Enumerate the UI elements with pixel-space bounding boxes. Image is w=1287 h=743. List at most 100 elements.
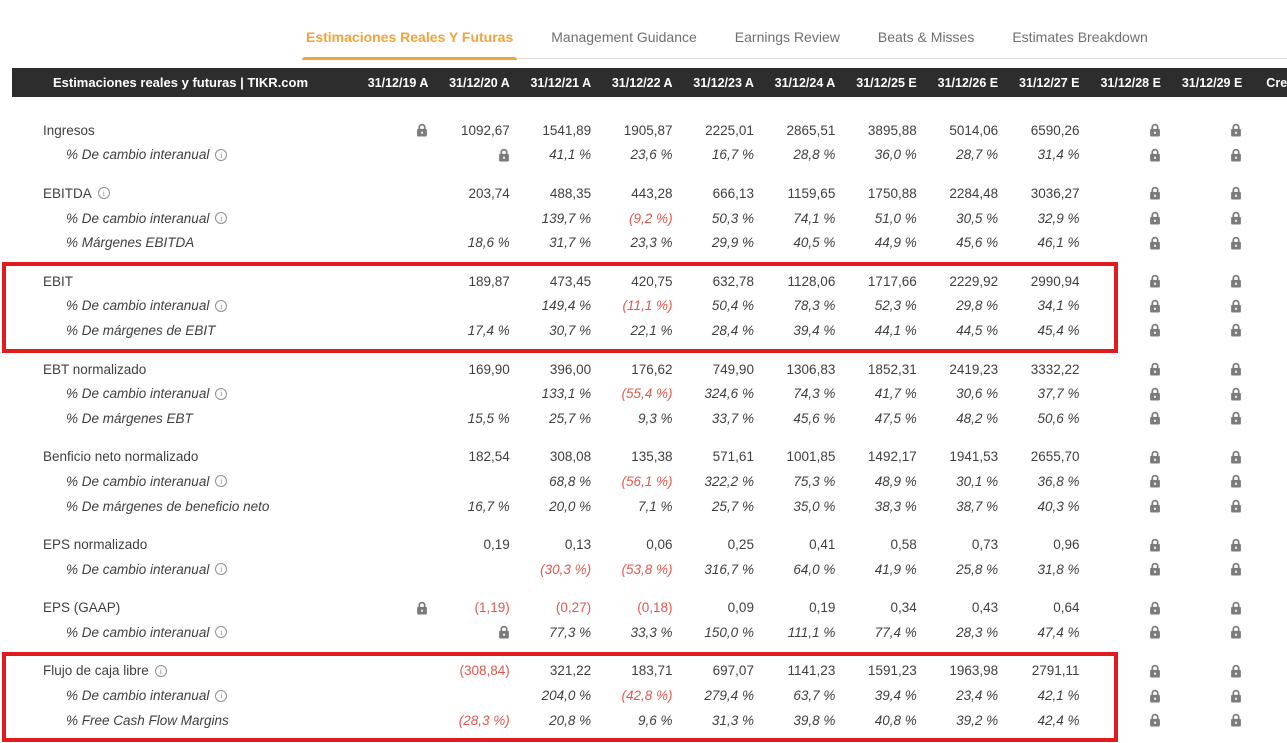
column-header: 31/12/25 E (837, 76, 918, 90)
table-row: Flujo de caja libre(308,84)321,22183,716… (12, 659, 1287, 684)
tab-estimaciones-reales-y-futuras[interactable]: Estimaciones Reales Y Futuras (302, 20, 517, 58)
lock-icon (1149, 299, 1161, 313)
value-cell: 176,62 (593, 362, 674, 377)
value-cell: 1905,87 (593, 123, 674, 138)
value-cell: 0,06 (593, 537, 674, 552)
table-header-row: Estimaciones reales y futuras | TIKR.com… (12, 68, 1287, 97)
locked-value-cell (1082, 274, 1163, 288)
locked-value-cell (1082, 601, 1163, 615)
info-icon[interactable] (215, 626, 227, 638)
value-cell: 1092,67 (430, 123, 511, 138)
value-cell: 203,74 (430, 186, 511, 201)
table-row: % De cambio interanual149,4 %(11,1 %)50,… (12, 294, 1287, 319)
value-cell: 149,4 % (512, 298, 593, 313)
tab-management-guidance[interactable]: Management Guidance (547, 20, 701, 58)
table-row: EBIT189,87473,45420,75632,781128,061717,… (12, 269, 1287, 294)
metric-group: EBT normalizado169,90396,00176,62749,901… (12, 357, 1287, 431)
value-cell: 50,6 % (1000, 411, 1081, 426)
metric-group: EPS (GAAP)(1,19)(0,27)(0,18)0,090,190,34… (12, 596, 1287, 645)
tab-estimates-breakdown[interactable]: Estimates Breakdown (1008, 20, 1151, 58)
info-icon[interactable] (215, 212, 227, 224)
info-icon[interactable] (215, 388, 227, 400)
lock-icon (1230, 274, 1242, 288)
value-cell: 38,7 % (919, 499, 1000, 514)
lock-icon (1149, 625, 1161, 639)
value-cell: 279,4 % (675, 688, 756, 703)
metric-label: % De cambio interanual (12, 562, 349, 577)
metric-label: % De cambio interanual (12, 298, 349, 313)
value-cell: 749,90 (675, 362, 756, 377)
value-cell: 316,7 % (675, 562, 756, 577)
info-icon[interactable] (215, 149, 227, 161)
tab-beats-misses[interactable]: Beats & Misses (874, 20, 978, 58)
value-cell: 3895,88 (837, 123, 918, 138)
value-cell: 2229,92 (919, 274, 1000, 289)
value-cell: 78,3 % (756, 298, 837, 313)
value-cell: 1492,17 (837, 449, 918, 464)
value-cell: 35,0 % (756, 499, 837, 514)
value-cell: 37,7 % (1000, 386, 1081, 401)
value-cell: 135,38 (593, 449, 674, 464)
metric-label: Benficio neto normalizado (12, 449, 349, 464)
value-cell: 1159,65 (756, 186, 837, 201)
value-cell: 33,7 % (675, 411, 756, 426)
tab-earnings-review[interactable]: Earnings Review (731, 20, 844, 58)
value-cell: 68,8 % (512, 474, 593, 489)
value-cell: 0,43 (919, 600, 1000, 615)
value-cell: 420,75 (593, 274, 674, 289)
value-cell: 48,2 % (919, 411, 1000, 426)
info-icon[interactable] (98, 187, 110, 199)
value-cell: 2284,48 (919, 186, 1000, 201)
locked-value-cell (1163, 689, 1244, 703)
lock-icon (1149, 362, 1161, 376)
column-header: 31/12/22 A (593, 76, 674, 90)
metric-label-text: % De cambio interanual (66, 474, 209, 489)
info-icon[interactable] (155, 665, 167, 677)
lock-icon (416, 601, 428, 615)
table-row: Ingresos1092,671541,891905,872225,012865… (12, 118, 1287, 143)
lock-icon (1230, 211, 1242, 225)
locked-value-cell (1082, 499, 1163, 513)
locked-value-cell (1163, 236, 1244, 250)
estimates-page: Estimaciones Reales Y Futuras Management … (0, 0, 1287, 743)
value-cell: 30,1 % (919, 474, 1000, 489)
info-icon[interactable] (215, 300, 227, 312)
value-cell: 183,71 (593, 663, 674, 678)
value-cell: 36,0 % (837, 147, 918, 162)
column-header: 31/12/26 E (919, 76, 1000, 90)
metric-group: EBITDA203,74488,35443,28666,131159,65175… (12, 181, 1287, 255)
locked-value-cell (1163, 123, 1244, 137)
value-cell: 40,3 % (1000, 499, 1081, 514)
info-icon[interactable] (215, 563, 227, 575)
locked-value-cell (1082, 123, 1163, 137)
metric-label-text: % De cambio interanual (66, 211, 209, 226)
value-cell: 133,1 % (512, 386, 593, 401)
locked-value-cell (1082, 474, 1163, 488)
lock-icon (1230, 625, 1242, 639)
locked-value-cell (1082, 450, 1163, 464)
locked-value-cell (1163, 499, 1244, 513)
value-cell: (28,3 %) (430, 713, 511, 728)
lock-icon (1230, 362, 1242, 376)
locked-value-cell (1082, 664, 1163, 678)
lock-icon (1149, 123, 1161, 137)
value-cell: 40,8 % (837, 713, 918, 728)
table-row: EPS (GAAP)(1,19)(0,27)(0,18)0,090,190,34… (12, 596, 1287, 621)
value-cell: 2865,51 (756, 123, 837, 138)
table-title: Estimaciones reales y futuras | TIKR.com (12, 75, 349, 90)
info-icon[interactable] (215, 690, 227, 702)
value-cell: 324,6 % (675, 386, 756, 401)
column-header: 31/12/28 E (1082, 76, 1163, 90)
value-cell: 20,8 % (512, 713, 593, 728)
info-icon[interactable] (215, 475, 227, 487)
value-cell: 17,4 % (430, 323, 511, 338)
value-cell: 0,09 (675, 600, 756, 615)
locked-value-cell (1163, 323, 1244, 337)
table-row: % De cambio interanual68,8 %(56,1 %)322,… (12, 469, 1287, 494)
locked-value-cell (1163, 387, 1244, 401)
metric-label-text: % De cambio interanual (66, 625, 209, 640)
value-cell: 41,7 % (837, 386, 918, 401)
value-cell: 1001,85 (756, 449, 837, 464)
locked-value-cell (1163, 538, 1244, 552)
value-cell: 48,9 % (837, 474, 918, 489)
